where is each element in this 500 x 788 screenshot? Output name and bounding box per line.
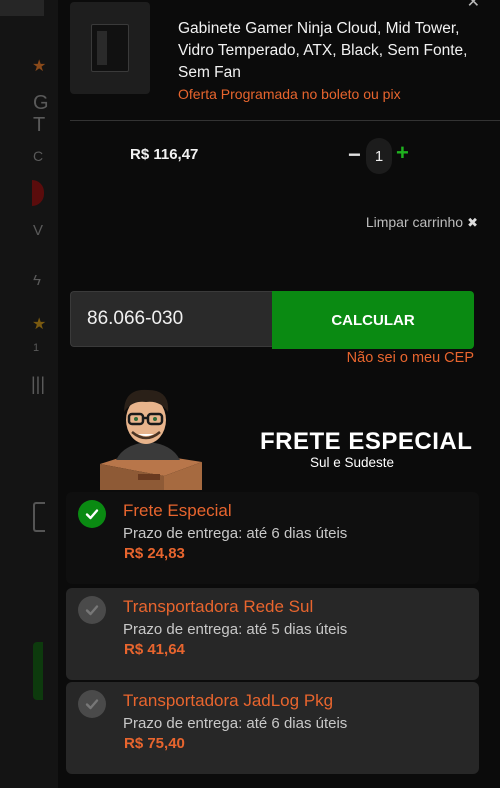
- close-icon[interactable]: ✕: [467, 0, 480, 12]
- product-price: R$ 116,47: [130, 146, 199, 163]
- background-text-fragment: T: [33, 114, 46, 136]
- background-text-fragment: 1: [33, 342, 40, 354]
- lightning-icon: ϟ: [33, 272, 41, 289]
- shipping-option-time: Prazo de entrega: até 5 dias úteis: [123, 621, 348, 638]
- shipping-option-name: Transportadora Rede Sul: [123, 597, 314, 616]
- shipping-option-time: Prazo de entrega: até 6 dias úteis: [123, 525, 348, 542]
- background-badge: [32, 180, 44, 206]
- background-text-fragment: V: [33, 222, 44, 239]
- close-icon: ✖: [467, 215, 478, 230]
- special-shipping-banner: FRETE ESPECIAL Sul e Sudeste: [58, 380, 500, 490]
- shipping-option[interactable]: Transportadora Rede Sul Prazo de entrega…: [66, 588, 479, 680]
- shipping-option-time: Prazo de entrega: até 6 dias úteis: [123, 715, 348, 732]
- banner-title: FRETE ESPECIAL: [260, 428, 473, 455]
- cep-form: CALCULAR: [70, 291, 474, 349]
- mascot-illustration: [100, 389, 202, 490]
- shipping-option[interactable]: Frete Especial Prazo de entrega: até 6 d…: [66, 492, 479, 584]
- background-text-fragment: G: [33, 92, 49, 114]
- product-offer: Oferta Programada no boleto ou pix: [178, 86, 401, 102]
- product-thumbnail[interactable]: [70, 2, 150, 94]
- check-icon[interactable]: [78, 500, 106, 528]
- cart-panel: ✕ Gabinete Gamer Ninja Cloud, Mid Tower,…: [58, 0, 500, 788]
- divider: [70, 120, 500, 121]
- shipping-option[interactable]: Transportadora JadLog Pkg Prazo de entre…: [66, 682, 479, 774]
- clear-cart-button[interactable]: Limpar carrinho ✖: [366, 214, 478, 231]
- star-icon: ★: [32, 316, 47, 333]
- barcode-icon: |||: [31, 374, 46, 394]
- shipping-option-price: R$ 75,40: [124, 735, 185, 752]
- shipping-option-price: R$ 24,83: [124, 545, 185, 562]
- calculate-button[interactable]: CALCULAR: [272, 291, 474, 349]
- product-name[interactable]: Gabinete Gamer Ninja Cloud, Mid Tower, V…: [178, 18, 483, 84]
- background-text-fragment: C: [33, 148, 44, 164]
- box-icon: [33, 502, 45, 532]
- star-icon: ★: [32, 58, 47, 75]
- shipping-option-price: R$ 41,64: [124, 641, 185, 658]
- quantity-stepper: − 1 +: [348, 138, 418, 174]
- check-icon[interactable]: [78, 596, 106, 624]
- unknown-cep-link[interactable]: Não sei o meu CEP: [347, 350, 474, 366]
- shipping-option-name: Frete Especial: [123, 501, 232, 520]
- shipping-option-name: Transportadora JadLog Pkg: [123, 691, 334, 710]
- background-topbar: [0, 0, 44, 16]
- cep-input[interactable]: [70, 291, 272, 347]
- check-icon[interactable]: [78, 690, 106, 718]
- increase-quantity-button[interactable]: +: [396, 140, 409, 166]
- clear-cart-label: Limpar carrinho: [365, 214, 464, 230]
- background-button: [33, 642, 43, 700]
- quantity-value: 1: [366, 138, 392, 174]
- background-page: ★ G T C V ϟ ★ 1 |||: [0, 0, 60, 788]
- pc-case-icon: [91, 24, 129, 72]
- decrease-quantity-button[interactable]: −: [348, 142, 361, 168]
- banner-subtitle: Sul e Sudeste: [310, 455, 395, 470]
